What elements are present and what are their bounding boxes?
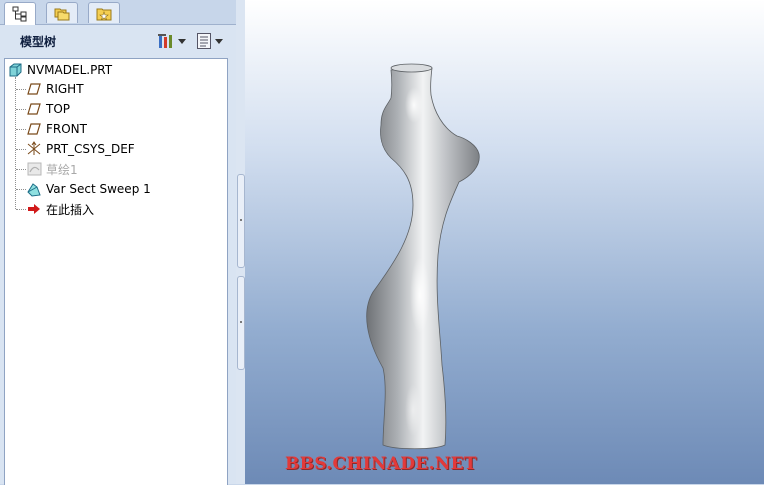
tree-item-right[interactable]: RIGHT xyxy=(26,80,84,98)
tree-guide-line xyxy=(16,149,26,150)
show-columns-icon xyxy=(197,33,211,49)
model-tree-header: 模型树 xyxy=(4,28,232,54)
tree-item-label: TOP xyxy=(46,102,71,116)
part-icon xyxy=(7,62,23,78)
datum-plane-icon xyxy=(26,121,42,137)
insert-here-arrow-icon xyxy=(26,201,42,217)
model-tree: NVMADEL.PRT RIGHT TOP FRONT PRT_CSYS_DEF xyxy=(4,58,228,485)
tree-item-top[interactable]: TOP xyxy=(26,100,70,118)
tree-item-insert-here[interactable]: 在此插入 xyxy=(26,200,94,218)
tab-favorites[interactable] xyxy=(88,2,120,23)
tab-model-tree[interactable] xyxy=(4,2,36,25)
chevron-down-icon xyxy=(215,38,223,44)
mannequin-model[interactable] xyxy=(245,0,764,484)
tree-guide-line xyxy=(16,189,26,190)
folder-browser-tab-icon xyxy=(54,8,70,21)
tree-item-front[interactable]: FRONT xyxy=(26,120,87,138)
model-tree-title: 模型树 xyxy=(20,35,57,49)
graphics-viewport[interactable]: BBS.CHINADE.NET xyxy=(245,0,764,484)
tree-item-part[interactable]: NVMADEL.PRT xyxy=(7,61,112,79)
tree-guide-line xyxy=(16,169,26,170)
tree-item-label: Var Sect Sweep 1 xyxy=(46,182,151,196)
tree-item-sweep[interactable]: Var Sect Sweep 1 xyxy=(26,180,151,198)
tree-item-label: RIGHT xyxy=(46,82,84,96)
navigator-panel: 模型树 NVMADEL.PRT RIGHT TOP FRONT PRT_CSYS… xyxy=(0,0,237,485)
favorites-tab-icon xyxy=(96,8,112,21)
tree-item-csys[interactable]: PRT_CSYS_DEF xyxy=(26,140,135,158)
tree-guide-line xyxy=(16,129,26,130)
tree-item-label: FRONT xyxy=(46,122,87,136)
sketch-icon xyxy=(26,161,42,177)
show-columns-button[interactable] xyxy=(196,31,223,51)
chevron-down-icon xyxy=(178,38,186,44)
tree-item-label: PRT_CSYS_DEF xyxy=(46,142,135,156)
tree-guide-line xyxy=(16,109,26,110)
datum-plane-icon xyxy=(26,81,42,97)
model-tree-tab-icon xyxy=(12,6,27,22)
splitter-grip[interactable] xyxy=(237,276,245,370)
watermark-text: BBS.CHINADE.NET xyxy=(285,454,477,474)
tab-folder-browser[interactable] xyxy=(46,2,78,23)
tree-settings-button[interactable] xyxy=(157,31,186,51)
tree-guide-line xyxy=(16,209,26,210)
tree-item-label: NVMADEL.PRT xyxy=(27,63,113,77)
sweep-feature-icon xyxy=(26,181,42,197)
coordinate-system-icon xyxy=(26,141,42,157)
tree-guide-line xyxy=(16,89,26,90)
tree-item-label: 草绘1 xyxy=(46,162,78,177)
splitter-grip[interactable] xyxy=(237,174,245,268)
tree-item-label: 在此插入 xyxy=(46,202,95,217)
datum-plane-icon xyxy=(26,101,42,117)
tree-item-sketch[interactable]: 草绘1 xyxy=(26,160,78,178)
tree-settings-icon xyxy=(158,34,172,48)
navigator-tabs xyxy=(0,0,236,25)
panel-splitter[interactable] xyxy=(236,0,245,484)
